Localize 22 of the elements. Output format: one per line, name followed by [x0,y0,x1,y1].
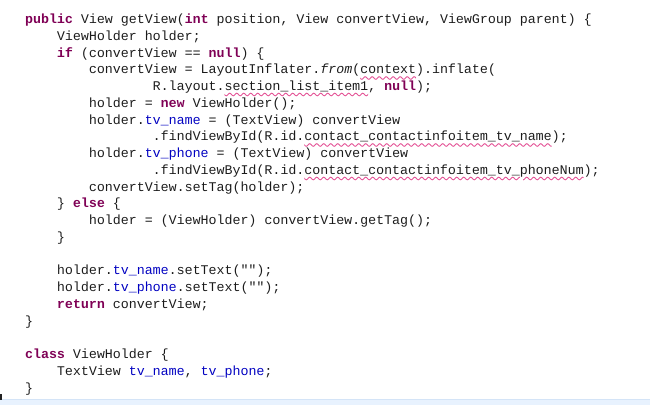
code-line: public View getView(int position, View convertView, ViewGroup parent) { [25,12,592,29]
code-line: } [56,230,65,246]
code-line: holder.tv_name = (TextView) convertView [88,112,400,130]
code-line: } [25,380,33,398]
code-line: TextView tv_name, tv_phone; [56,364,272,380]
code-line: convertView.setTag(holder); [88,180,304,196]
code-line: holder = (ViewHolder) convertView.getTag(); [88,213,432,230]
code-line: return convertView; [56,296,209,314]
code-line: } else { [56,196,121,213]
code-line: class ViewHolder { [25,347,169,364]
code-line: convertView = LayoutInflater.from(context).inflate( [88,62,496,79]
code-line: holder.tv_name.setText(""); [56,263,272,280]
code-line: } [25,314,33,330]
code-line: if (convertView == null) { [56,46,264,62]
code-line: .findViewById(R.id.contact_contactinfoitem_tv_phoneNum); [152,162,600,180]
code-line: holder.tv_phone = (TextView) convertView [88,146,408,163]
code-line: R.layout.section_list_item1, null); [152,79,432,96]
code-line: holder.tv_phone.setText(""); [56,280,280,297]
text-cursor [0,394,2,400]
code-line: ViewHolder holder; [56,28,201,46]
code-line: .findViewById(R.id.contact_contactinfoitem_tv_name); [152,129,568,146]
code-line: holder = new ViewHolder(); [88,96,296,112]
